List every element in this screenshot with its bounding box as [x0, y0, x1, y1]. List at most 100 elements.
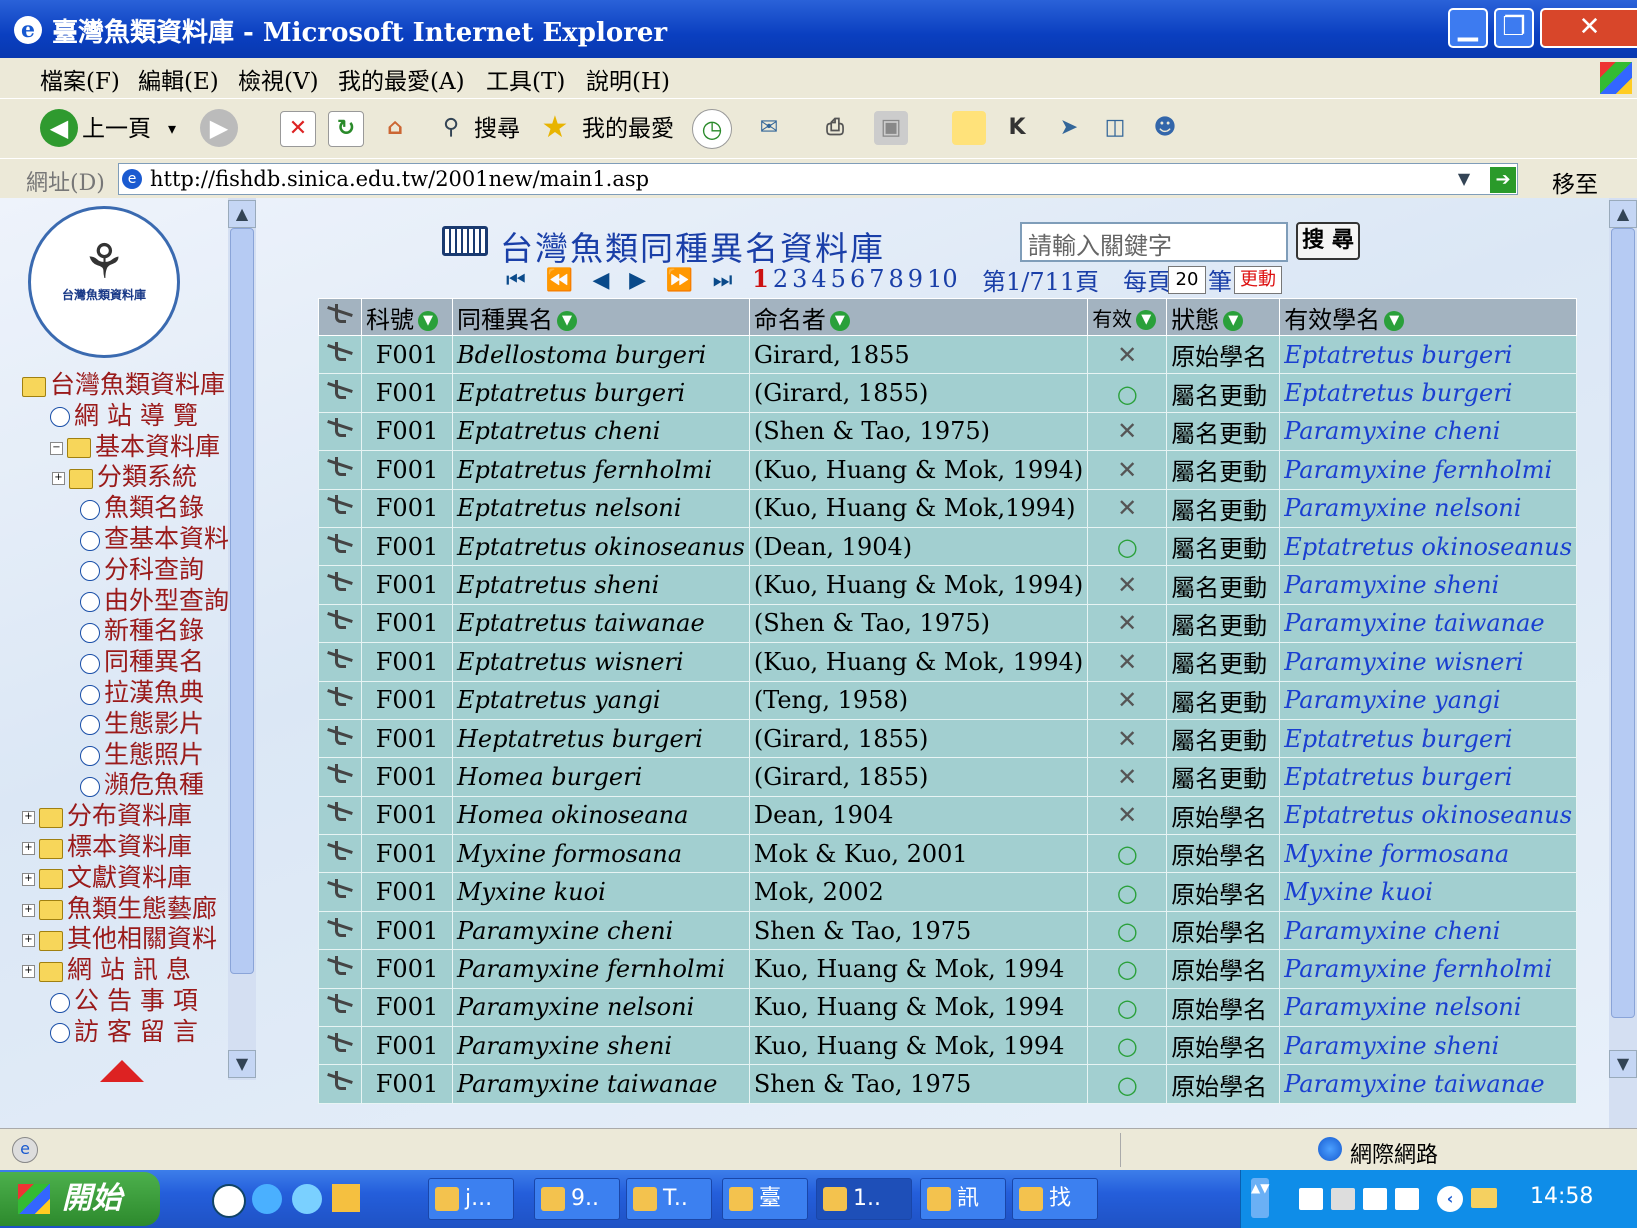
valid-name-cell[interactable]: Paramyxine sheni: [1279, 1026, 1578, 1066]
valid-name-cell[interactable]: Eptatretus okinoseanus: [1279, 526, 1578, 567]
row-link-cell[interactable]: [318, 488, 362, 528]
menu-file[interactable]: 檔案(F): [40, 62, 120, 96]
last-page-icon[interactable]: ⏭: [713, 268, 733, 293]
sidebar-item[interactable]: + 文獻資料庫: [22, 863, 192, 893]
column-header[interactable]: 有效 ▼: [1087, 298, 1168, 336]
row-link-cell[interactable]: [318, 450, 362, 490]
ime-icon[interactable]: [1363, 1188, 1387, 1210]
table-row[interactable]: F001 Eptatretus burgeri (Girard, 1855) ○ 屬名更…: [318, 373, 1578, 413]
sidebar-item[interactable]: 分科查詢: [80, 555, 204, 585]
valid-name-cell[interactable]: Eptatretus burgeri: [1279, 757, 1578, 797]
row-link-cell[interactable]: [318, 1064, 362, 1104]
sidebar-item[interactable]: 台灣魚類資料庫: [22, 370, 225, 400]
table-row[interactable]: F001 Eptatretus nelsoni (Kuo, Huang & Mok,…: [318, 488, 1578, 528]
tray-arrow-icon[interactable]: ‹: [1437, 1186, 1463, 1212]
row-link-cell[interactable]: [318, 987, 362, 1028]
sort-down-icon[interactable]: ▼: [1223, 311, 1244, 331]
search-input[interactable]: 請輸入關鍵字: [1020, 222, 1288, 262]
search-button[interactable]: 搜尋: [474, 107, 520, 151]
sidebar-item[interactable]: 瀕危魚種: [80, 770, 204, 800]
menu-view[interactable]: 檢視(V): [238, 62, 319, 96]
sidebar-item[interactable]: − 基本資料庫: [50, 432, 220, 462]
main-scroll-thumb[interactable]: [1611, 228, 1635, 1018]
main-scroll-up-icon[interactable]: ▲: [1609, 200, 1637, 228]
column-header[interactable]: 科號 ▼: [361, 298, 453, 336]
table-row[interactable]: F001 Eptatretus sheni (Kuo, Huang & Mok, 1…: [318, 565, 1578, 605]
valid-name-cell[interactable]: Eptatretus burgeri: [1279, 334, 1578, 375]
sidebar-item[interactable]: 同種異名: [80, 647, 204, 677]
menu-tools[interactable]: 工具(T): [486, 62, 565, 96]
valid-name-cell[interactable]: Eptatretus burgeri: [1279, 373, 1578, 413]
table-row[interactable]: F001 Myxine kuoi Mok, 2002 ○ 原始學名 Myxine kuoi: [318, 872, 1578, 912]
hook-icon[interactable]: [323, 568, 357, 596]
row-link-cell[interactable]: [318, 334, 362, 375]
sidebar-item[interactable]: + 標本資料庫: [22, 832, 192, 862]
valid-name-cell[interactable]: Paramyxine cheni: [1279, 411, 1578, 452]
quicklaunch-ie2-icon[interactable]: [292, 1184, 322, 1214]
next-page-icon[interactable]: ▶: [629, 268, 646, 293]
prev-ten-icon[interactable]: ⏪: [545, 268, 572, 293]
next-ten-icon[interactable]: ⏩: [666, 268, 693, 293]
mail-tray-icon[interactable]: [1471, 1188, 1497, 1208]
search-icon[interactable]: ⚲: [434, 111, 468, 145]
table-row[interactable]: F001 Paramyxine fernholmi Kuo, Huang & Mok…: [318, 949, 1578, 989]
row-link-cell[interactable]: [318, 718, 362, 759]
taskbar-task[interactable]: 1..: [816, 1178, 912, 1220]
refresh-icon[interactable]: ↻: [328, 111, 364, 147]
valid-name-cell[interactable]: Myxine kuoi: [1279, 872, 1578, 912]
expand-icon[interactable]: +: [22, 965, 35, 979]
column-header[interactable]: 狀態 ▼: [1166, 298, 1281, 336]
quicklaunch-desktop-icon[interactable]: [332, 1184, 360, 1212]
hook-icon[interactable]: [323, 1029, 357, 1057]
sidebar-item[interactable]: 訪 客 留 言: [50, 1017, 198, 1047]
page-number-link[interactable]: 9: [908, 265, 923, 293]
page-number-link[interactable]: 4: [811, 265, 826, 293]
hook-icon[interactable]: [323, 875, 357, 903]
home-icon[interactable]: ⌂: [378, 111, 412, 145]
stop-icon[interactable]: ✕: [280, 111, 316, 147]
page-number-link[interactable]: 6: [850, 265, 865, 293]
column-header[interactable]: 同種異名 ▼: [452, 298, 750, 336]
valid-name-cell[interactable]: Paramyxine cheni: [1279, 910, 1578, 951]
sort-down-icon[interactable]: ▼: [418, 311, 438, 331]
row-link-cell[interactable]: [318, 910, 362, 951]
menu-favorites[interactable]: 我的最愛(A): [338, 62, 465, 96]
valid-name-cell[interactable]: Eptatretus okinoseanus: [1279, 795, 1578, 836]
pen-icon[interactable]: [1331, 1188, 1355, 1210]
table-row[interactable]: F001 Paramyxine taiwanae Shen & Tao, 1975 ○…: [318, 1064, 1578, 1104]
taskbar-task[interactable]: 臺: [722, 1178, 808, 1220]
sidebar-item[interactable]: 魚類名錄: [80, 493, 204, 523]
sidebar-item[interactable]: + 網 站 訊 息: [22, 955, 191, 985]
table-row[interactable]: F001 Homea burgeri (Girard, 1855) ✕ 屬名更動 Epta…: [318, 757, 1578, 797]
back-arrow-icon[interactable]: ◀: [40, 109, 78, 147]
hook-icon[interactable]: [323, 376, 357, 404]
valid-name-cell[interactable]: Paramyxine taiwanae: [1279, 603, 1578, 644]
taskbar-task[interactable]: T..: [626, 1178, 712, 1220]
sidebar-item[interactable]: 由外型查詢: [80, 586, 229, 616]
row-link-cell[interactable]: [318, 642, 362, 682]
page-number-link[interactable]: 2: [773, 265, 788, 293]
sidebar-item[interactable]: + 魚類生態藝廊: [22, 894, 217, 924]
sidebar-item[interactable]: + 分類系統: [52, 462, 197, 492]
go-button[interactable]: 移至: [1552, 165, 1598, 199]
expand-icon[interactable]: +: [22, 872, 35, 886]
help-icon[interactable]: [1395, 1188, 1419, 1210]
table-row[interactable]: F001 Myxine formosana Mok & Kuo, 2001 ○ 原始學名…: [318, 834, 1578, 874]
quicklaunch-media-icon[interactable]: [212, 1184, 246, 1218]
table-row[interactable]: F001 Eptatretus taiwanae (Shen & Tao, 1975…: [318, 603, 1578, 644]
expand-icon[interactable]: +: [22, 934, 35, 948]
hook-icon[interactable]: [323, 722, 357, 750]
table-row[interactable]: F001 Homea okinoseana Dean, 1904 ✕ 原始學名 Eptat…: [318, 795, 1578, 836]
hook-icon[interactable]: [323, 414, 357, 442]
valid-name-cell[interactable]: Paramyxine taiwanae: [1279, 1064, 1578, 1104]
table-row[interactable]: F001 Eptatretus wisneri (Kuo, Huang & Mok,…: [318, 642, 1578, 682]
mail-icon[interactable]: ✉: [752, 111, 786, 145]
expand-icon[interactable]: +: [22, 811, 35, 825]
first-page-icon[interactable]: ⏮: [506, 268, 526, 293]
keyboard-icon[interactable]: [1299, 1188, 1323, 1210]
hook-icon[interactable]: [323, 606, 357, 634]
search-submit-button[interactable]: 搜 尋: [1296, 222, 1360, 260]
maximize-button[interactable]: ❐: [1494, 8, 1534, 48]
table-row[interactable]: F001 Heptatretus burgeri (Girard, 1855) ✕ 屬名…: [318, 718, 1578, 759]
forward-arrow-icon[interactable]: ▶: [200, 109, 238, 147]
